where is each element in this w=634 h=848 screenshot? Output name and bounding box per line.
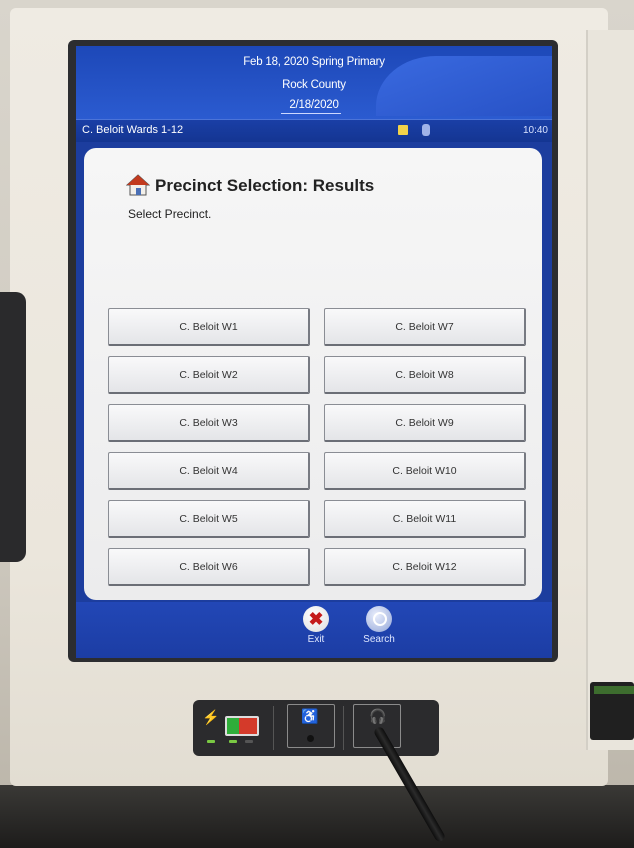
county-name: Rock County [282, 79, 346, 91]
left-side-handle [0, 292, 26, 562]
precinct-button-w4[interactable]: C. Beloit W4 [108, 452, 310, 490]
lock-icon [422, 124, 430, 136]
house-icon [126, 174, 150, 196]
ward-label: C. Beloit Wards 1-12 [82, 124, 184, 136]
precinct-button-w2[interactable]: C. Beloit W2 [108, 356, 310, 394]
battery-icon [225, 716, 259, 736]
close-icon: ✖ [303, 606, 329, 632]
exit-label: Exit [307, 634, 325, 645]
precinct-button-w10[interactable]: C. Beloit W10 [324, 452, 526, 490]
accessory-port-panel: ⚡ ♿ 🎧 [193, 700, 439, 756]
page-instruction: Select Precinct. [128, 207, 212, 221]
precinct-button-w6[interactable]: C. Beloit W6 [108, 548, 310, 586]
note-icon [398, 125, 408, 135]
footer-bar: ✖ Exit Search [76, 602, 552, 658]
election-name: Feb 18, 2020 Spring Primary [243, 56, 385, 68]
table-surface [0, 785, 634, 848]
exit-button[interactable]: ✖ Exit [291, 606, 341, 645]
election-header: Feb 18, 2020 Spring Primary Rock County … [76, 46, 552, 119]
search-label: Search [363, 634, 395, 645]
ballot-slot-indicator [594, 686, 634, 694]
port-divider [343, 706, 344, 750]
plug-icon: ⚡ [202, 709, 220, 725]
power-led [207, 740, 215, 743]
touch-screen: Feb 18, 2020 Spring Primary Rock County … [76, 46, 552, 658]
battery-led-off [245, 740, 253, 743]
precinct-button-w11[interactable]: C. Beloit W11 [324, 500, 526, 538]
status-bar: C. Beloit Wards 1-12 10:40 [76, 119, 552, 142]
battery-led [229, 740, 237, 743]
right-housing-panel [586, 30, 634, 750]
precinct-button-w5[interactable]: C. Beloit W5 [108, 500, 310, 538]
content-panel: Precinct Selection: Results Select Preci… [84, 148, 542, 600]
wheelchair-icon: ♿ [301, 708, 319, 724]
accessibility-jack[interactable] [307, 735, 314, 742]
date-underline [281, 113, 341, 114]
election-date: 2/18/2020 [289, 99, 339, 111]
search-button[interactable]: Search [354, 606, 404, 645]
page-title: Precinct Selection: Results [155, 176, 375, 195]
precinct-button-w1[interactable]: C. Beloit W1 [108, 308, 310, 346]
precinct-button-w9[interactable]: C. Beloit W9 [324, 404, 526, 442]
precinct-button-w7[interactable]: C. Beloit W7 [324, 308, 526, 346]
precinct-button-w8[interactable]: C. Beloit W8 [324, 356, 526, 394]
precinct-button-w3[interactable]: C. Beloit W3 [108, 404, 310, 442]
headphones-icon: 🎧 [369, 708, 387, 724]
search-icon [366, 606, 392, 632]
port-divider [273, 706, 274, 750]
precinct-button-w12[interactable]: C. Beloit W12 [324, 548, 526, 586]
clock: 10:40 [522, 125, 548, 136]
